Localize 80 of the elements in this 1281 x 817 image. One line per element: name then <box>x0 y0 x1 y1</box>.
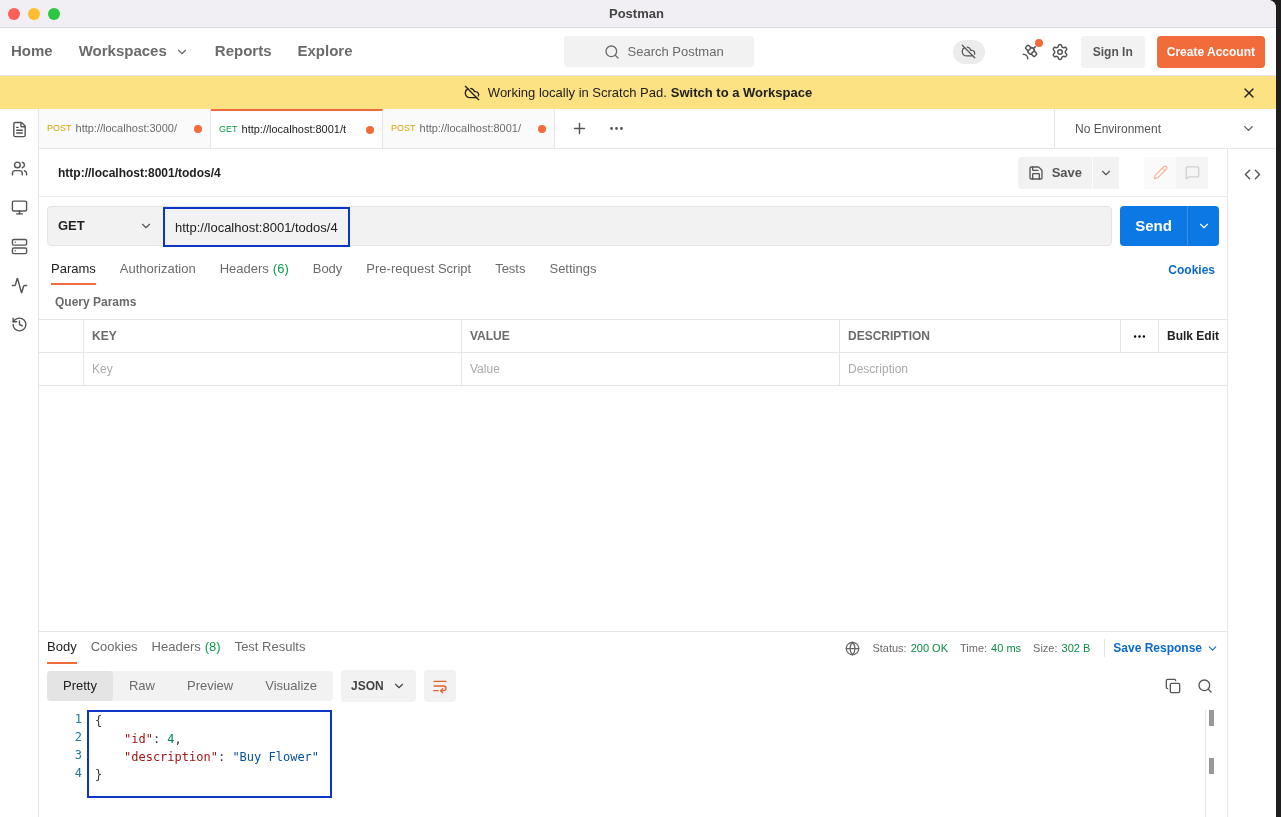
status-value: 302 B <box>1061 640 1091 656</box>
section-tab[interactable]: Body <box>47 632 77 664</box>
line-number: 4 <box>74 765 82 782</box>
line-number: 2 <box>74 729 82 746</box>
wrap-icon[interactable] <box>424 670 457 702</box>
section-tab[interactable]: Body <box>312 255 343 285</box>
server-icon[interactable] <box>10 238 28 255</box>
column-header: VALUE <box>462 320 840 352</box>
status-label: Size: <box>1033 640 1058 656</box>
view-tab[interactable]: Visualize <box>249 671 334 701</box>
request-tab[interactable]: GET http://localhost:8001/t <box>211 109 383 148</box>
section-tab[interactable]: Cookies <box>90 632 138 664</box>
param-input-field[interactable]: Key <box>84 353 462 385</box>
section-tab[interactable]: Headers (8) <box>151 632 221 664</box>
section-tab[interactable]: Params <box>51 255 96 285</box>
section-tab[interactable]: Authorization <box>119 255 196 285</box>
create-account-button[interactable]: Create Account <box>1156 35 1265 68</box>
tab-url: http://localhost:3000/ <box>75 121 178 137</box>
sign-in-button[interactable]: Sign In <box>1080 35 1145 68</box>
banner-text: Working locally in Scratch Pad. <box>487 83 667 102</box>
search-field[interactable]: Search Postman <box>563 36 754 67</box>
globe-icon[interactable] <box>845 640 861 656</box>
section-tab[interactable]: Pre-request Script <box>366 255 472 285</box>
param-input-field[interactable]: Value <box>462 353 840 385</box>
method-label: POST <box>47 121 72 135</box>
window-title: Postman <box>609 4 664 23</box>
save-button[interactable]: Save <box>1017 156 1092 189</box>
code-line: "id": 4, <box>123 731 183 748</box>
scrollbar-thumb[interactable] <box>1209 710 1214 726</box>
line-number: 1 <box>74 711 82 728</box>
code-line: "description": "Buy Flower" <box>123 749 321 766</box>
people-icon[interactable] <box>10 160 28 177</box>
close-window-icon[interactable] <box>8 7 20 20</box>
format-select[interactable]: JSON <box>341 670 417 702</box>
status-value: 200 OK <box>910 640 948 656</box>
section-tab[interactable]: Test Results <box>234 632 306 664</box>
section-tab[interactable]: Headers (6) <box>219 255 289 285</box>
bulk-edit-button[interactable]: Bulk Edit <box>1159 320 1227 352</box>
monitor-icon[interactable] <box>10 199 28 216</box>
request-tab[interactable]: POST http://localhost:8001/ <box>383 109 555 148</box>
nav-link[interactable]: Reports <box>214 40 272 63</box>
code-line: } <box>95 767 104 784</box>
tab-url: http://localhost:8001/t <box>241 122 347 138</box>
activity-icon[interactable] <box>10 277 28 294</box>
section-tab[interactable]: Settings <box>549 255 597 285</box>
environment-select[interactable]: No Environment <box>1054 109 1276 148</box>
status-label: Time: <box>960 640 988 656</box>
view-tab[interactable]: Raw <box>112 671 171 701</box>
method-label: GET <box>219 122 238 136</box>
copy-icon[interactable] <box>1165 678 1181 694</box>
request-title: http://localhost:8001/todos/4 <box>58 164 221 182</box>
scrollbar-thumb[interactable] <box>1209 758 1214 774</box>
nav-link[interactable]: Home <box>11 40 53 63</box>
method-label: POST <box>391 121 416 135</box>
add-icon[interactable] <box>571 120 588 137</box>
nav-link[interactable]: Explore <box>297 40 353 63</box>
section-heading: Query Params <box>55 294 137 311</box>
cloud-off-icon <box>463 84 480 101</box>
settings-icon[interactable] <box>1050 42 1069 61</box>
status-label: Status: <box>872 640 907 656</box>
code-line: { <box>95 713 104 730</box>
tab-url: http://localhost:8001/ <box>419 121 522 137</box>
column-header: KEY <box>84 320 462 352</box>
save-response-button[interactable]: Save Response <box>1104 639 1219 657</box>
request-tab[interactable]: POST http://localhost:3000/ <box>39 109 211 148</box>
param-input-field[interactable]: Description <box>840 353 1227 385</box>
switch-workspace-link[interactable]: Switch to a Workspace <box>670 82 813 103</box>
view-tab[interactable]: Preview <box>171 671 250 701</box>
line-number: 3 <box>74 747 82 764</box>
cloud-off-icon[interactable] <box>952 39 985 64</box>
nav-link[interactable]: Workspaces <box>78 40 189 63</box>
search-icon <box>603 44 620 60</box>
view-tab[interactable]: Pretty <box>47 671 113 701</box>
cookies-link[interactable]: Cookies <box>1168 261 1215 279</box>
section-tab[interactable]: Tests <box>495 255 526 285</box>
status-value: 40 ms <box>991 640 1022 656</box>
document-icon[interactable] <box>10 121 28 138</box>
column-header: DESCRIPTION <box>840 320 1121 352</box>
search-icon[interactable] <box>1197 678 1213 694</box>
history-icon[interactable] <box>10 316 28 333</box>
